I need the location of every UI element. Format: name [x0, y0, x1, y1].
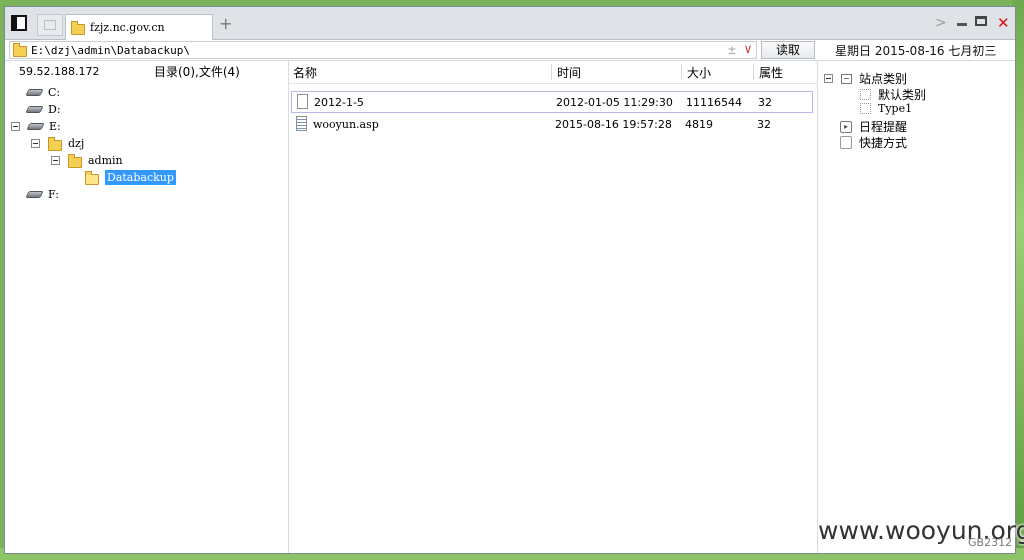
- chevron-right-icon[interactable]: >: [935, 15, 947, 31]
- collapse-icon[interactable]: [824, 74, 833, 83]
- site-sidebar: 站点类别 默认类别 Type1 ▸ 日程提醒 快捷方式: [817, 61, 1015, 553]
- file-icon: [297, 94, 308, 109]
- file-name: wooyun.asp: [313, 118, 379, 131]
- folder-open-icon: [85, 170, 99, 185]
- file-manager-window: fzjz.nc.gov.cn + > ✕ E:\dzj\admin\Databa…: [4, 6, 1016, 554]
- address-row: E:\dzj\admin\Databackup\ ± ∨ 读取 星期日 2015…: [5, 40, 1015, 61]
- path-text: E:\dzj\admin\Databackup\: [31, 43, 190, 57]
- column-header-attr[interactable]: 属性: [759, 64, 783, 81]
- tree-node-label: F:: [48, 188, 59, 201]
- tab-bar: fzjz.nc.gov.cn + > ✕: [5, 7, 1015, 40]
- folder-icon: [48, 136, 62, 151]
- default-category-node[interactable]: 默认类别: [860, 86, 926, 103]
- minimize-icon[interactable]: [957, 23, 967, 26]
- type1-label: Type1: [878, 102, 913, 115]
- schedule-node[interactable]: ▸ 日程提醒: [840, 118, 907, 135]
- tab-label: fzjz.nc.gov.cn: [90, 21, 165, 34]
- encoding-label: GB2312: [968, 536, 1013, 549]
- schedule-icon: ▸: [840, 120, 852, 133]
- schedule-label: 日程提醒: [859, 120, 908, 134]
- collapse-icon[interactable]: [11, 122, 20, 131]
- panel-toggle-icon[interactable]: [11, 15, 27, 31]
- column-header-time[interactable]: 时间: [557, 64, 581, 81]
- shortcut-icon: [840, 136, 852, 149]
- folder-icon: [13, 42, 27, 57]
- file-time: 2015-08-16 19:57:28: [555, 118, 672, 131]
- tree-node-c[interactable]: C:: [25, 84, 61, 101]
- drive-icon: [25, 191, 44, 198]
- plus-minus-icon[interactable]: ±: [728, 43, 736, 58]
- drive-icon: [25, 89, 44, 96]
- tree-node-label: Databackup: [105, 170, 176, 185]
- file-row[interactable]: wooyun.asp 2015-08-16 19:57:28 4819 32: [291, 114, 813, 136]
- site-category-label: 站点类别: [859, 72, 908, 86]
- read-button[interactable]: 读取: [761, 41, 815, 59]
- script-file-icon: [296, 116, 307, 131]
- drive-icon: [25, 106, 44, 113]
- tree-node-dzj[interactable]: dzj: [31, 135, 84, 152]
- directory-tree-pane: 59.52.188.172 目录(0),文件(4) C: D: E: dzj a…: [5, 61, 289, 553]
- collapse-icon[interactable]: [51, 156, 60, 165]
- server-ip: 59.52.188.172: [19, 64, 100, 78]
- tree-node-label: admin: [88, 154, 123, 167]
- tree-node-label: E:: [49, 120, 61, 133]
- tree-node-label: D:: [48, 103, 61, 116]
- file-size: 11116544: [686, 96, 742, 109]
- tree-node-e[interactable]: E:: [11, 118, 61, 135]
- default-category-label: 默认类别: [878, 88, 927, 102]
- file-list-pane: 名称 时间 大小 属性 2012-1-5 2012-01-05 11:29:30…: [289, 61, 817, 553]
- tree-header: 59.52.188.172 目录(0),文件(4): [5, 61, 288, 81]
- file-time: 2012-01-05 11:29:30: [556, 96, 673, 109]
- chevron-down-icon[interactable]: ∨: [744, 42, 752, 57]
- tree-node-label: dzj: [68, 137, 85, 150]
- column-divider[interactable]: [551, 64, 552, 80]
- collapse-icon[interactable]: [31, 139, 40, 148]
- tree-node-databackup[interactable]: Databackup: [85, 169, 176, 186]
- date-display: 星期日 2015-08-16 七月初三: [835, 44, 997, 58]
- path-input[interactable]: E:\dzj\admin\Databackup\ ± ∨: [9, 41, 757, 59]
- type1-node[interactable]: Type1: [860, 102, 912, 115]
- shortcuts-label: 快捷方式: [859, 136, 908, 150]
- category-icon: [841, 73, 852, 84]
- category-item-icon: [860, 103, 871, 114]
- file-row[interactable]: 2012-1-5 2012-01-05 11:29:30 11116544 32: [291, 91, 813, 113]
- file-name: 2012-1-5: [314, 96, 364, 109]
- site-category-node[interactable]: 站点类别: [824, 70, 907, 87]
- column-header-name[interactable]: 名称: [293, 64, 317, 81]
- dir-file-counts: 目录(0),文件(4): [154, 64, 240, 79]
- tree-node-f[interactable]: F:: [25, 186, 59, 203]
- tree-node-d[interactable]: D:: [25, 101, 61, 118]
- drive-icon: [26, 123, 45, 130]
- tree-node-admin[interactable]: admin: [51, 152, 123, 169]
- maximize-icon[interactable]: [975, 16, 987, 26]
- file-attr: 32: [757, 118, 771, 131]
- folder-icon: [68, 153, 82, 168]
- new-tab-button[interactable]: +: [219, 16, 232, 32]
- column-divider[interactable]: [681, 64, 682, 80]
- blank-tab[interactable]: [37, 14, 63, 36]
- folder-icon: [71, 20, 85, 35]
- shortcuts-node[interactable]: 快捷方式: [840, 134, 907, 151]
- tab-active-site[interactable]: fzjz.nc.gov.cn: [65, 14, 213, 40]
- file-attr: 32: [758, 96, 772, 109]
- category-item-icon: [860, 89, 871, 100]
- file-size: 4819: [685, 118, 713, 131]
- tree-node-label: C:: [48, 86, 61, 99]
- column-divider[interactable]: [753, 64, 754, 80]
- file-list-header: 名称 时间 大小 属性: [289, 61, 817, 84]
- close-icon[interactable]: ✕: [997, 15, 1010, 31]
- column-header-size[interactable]: 大小: [687, 64, 711, 81]
